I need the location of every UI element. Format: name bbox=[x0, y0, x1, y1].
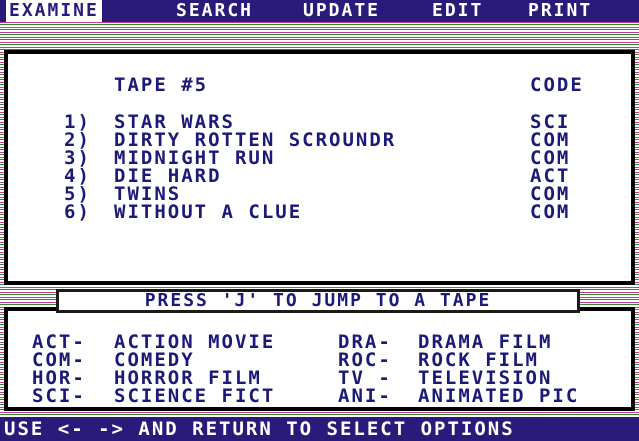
code-header: CODE bbox=[530, 74, 584, 96]
tape-item-code: COM bbox=[530, 201, 571, 223]
jump-prompt: PRESS 'J' TO JUMP TO A TAPE bbox=[56, 289, 580, 313]
legend-desc: SCIENCE FICT bbox=[114, 385, 276, 407]
menu-bar: EXAMINE SEARCH UPDATE EDIT PRINT bbox=[0, 0, 639, 22]
tape-item-title[interactable]: WITHOUT A CLUE bbox=[114, 203, 302, 222]
menu-update[interactable]: UPDATE bbox=[303, 0, 380, 22]
footer-instructions: USE <- -> AND RETURN TO SELECT OPTIONS bbox=[0, 417, 639, 441]
menu-examine[interactable]: EXAMINE bbox=[6, 0, 102, 22]
menu-search[interactable]: SEARCH bbox=[176, 0, 253, 22]
menu-edit[interactable]: EDIT bbox=[432, 0, 483, 22]
menu-print[interactable]: PRINT bbox=[528, 0, 592, 22]
tape-panel: TAPE #5 CODE 1) STAR WARS SCI 2) DIRTY R… bbox=[4, 50, 635, 285]
legend-code: SCI- bbox=[32, 385, 86, 407]
tape-item-number: 6) bbox=[64, 201, 91, 223]
tape-title: TAPE #5 bbox=[114, 74, 209, 96]
legend-desc: ANIMATED PIC bbox=[418, 385, 580, 407]
legend-code: ANI- bbox=[338, 385, 392, 407]
legend-panel: ACT- ACTION MOVIE DRA- DRAMA FILM COM- C… bbox=[4, 307, 635, 411]
